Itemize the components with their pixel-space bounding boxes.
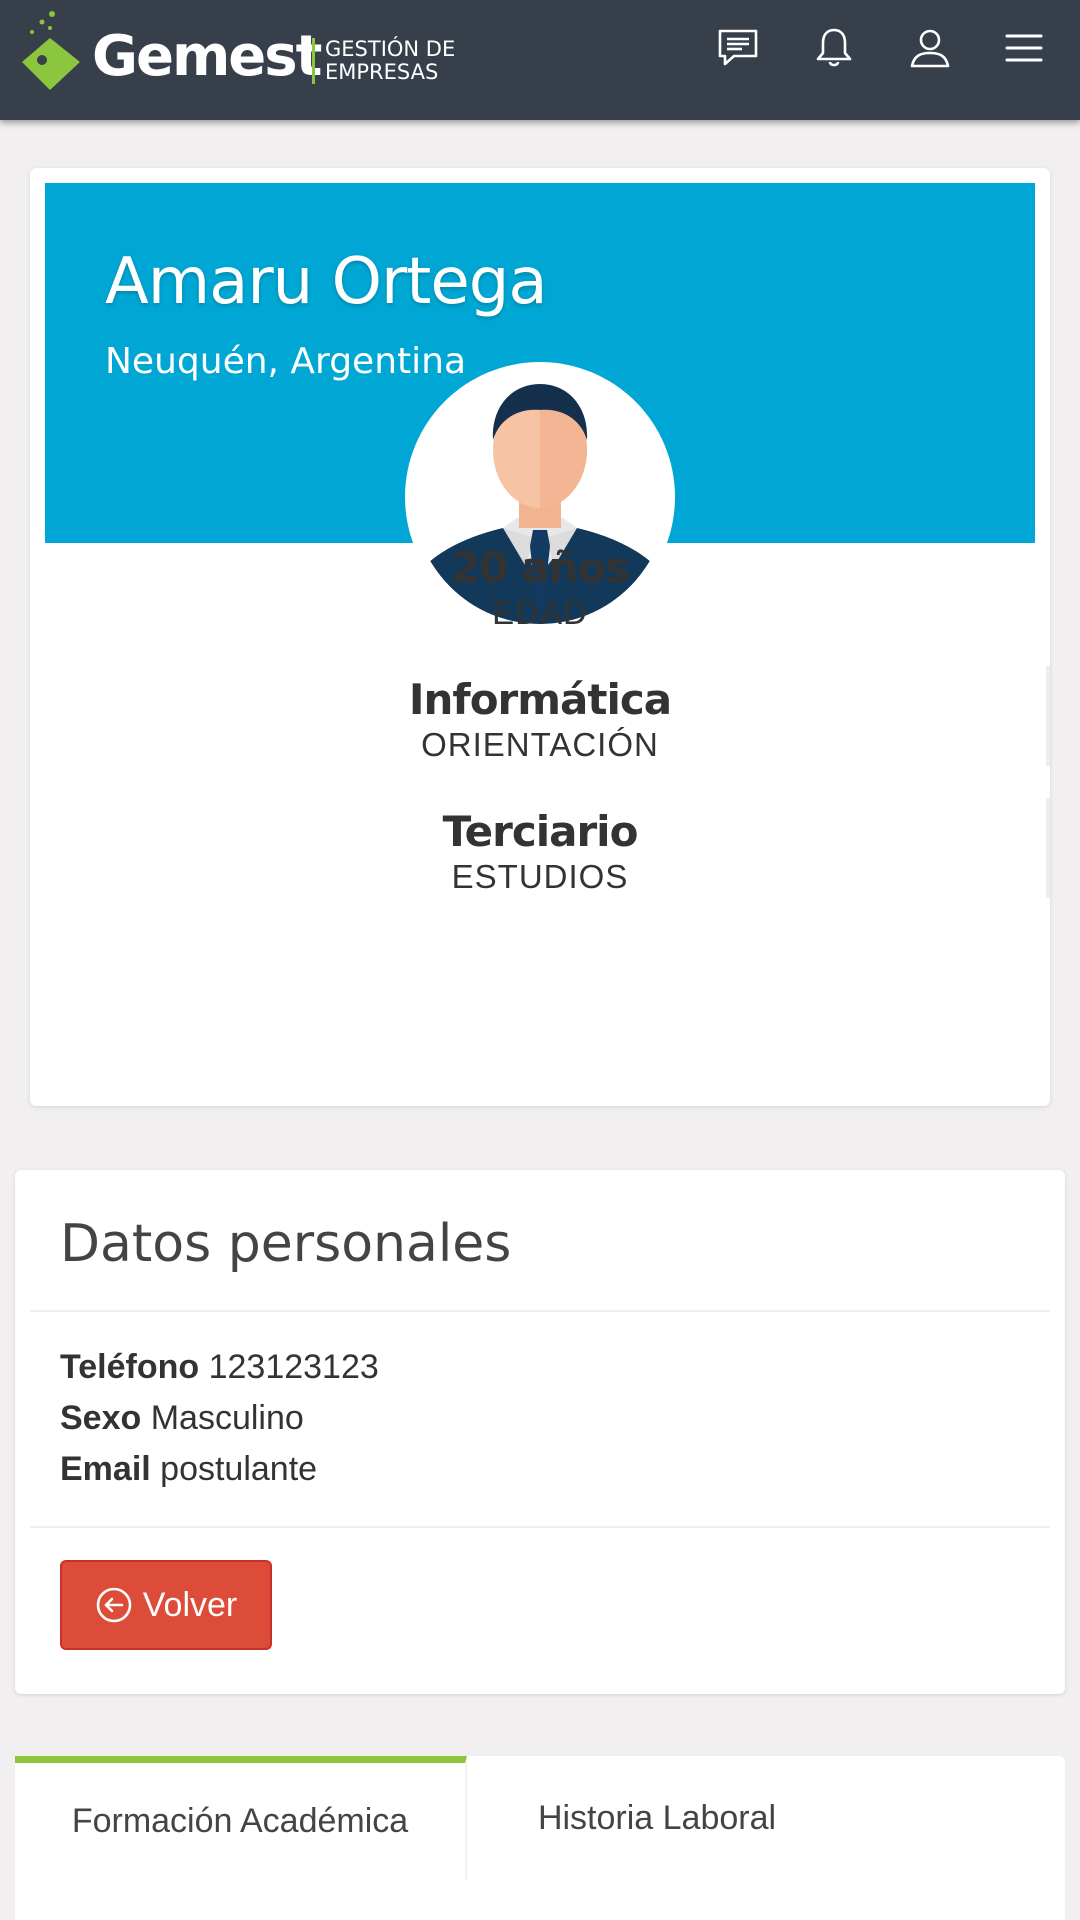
sex-value: Masculino [150, 1399, 304, 1437]
tab-label: Historia Laboral [537, 1798, 777, 1837]
stat-age-value: 20 años [450, 543, 630, 592]
profile-location: Neuquén, Argentina [105, 341, 467, 382]
stat-divider [1046, 798, 1050, 898]
phone-value: 123123123 [208, 1348, 379, 1386]
logo-diamond-icon [22, 11, 80, 90]
profile-name: Amaru Ortega [105, 245, 548, 319]
stat-orientation: Informática ORIENTACIÓN [30, 675, 1050, 765]
phone-row: Teléfono 123123123 [60, 1348, 379, 1387]
stat-orientation-value: Informática [408, 675, 672, 724]
logo-separator [312, 38, 315, 84]
bell-icon[interactable] [812, 26, 856, 70]
stat-age: 20 años EDAD [30, 543, 1050, 633]
logo-subtitle-line1: GESTIÓN DE [325, 37, 456, 61]
phone-label: Teléfono [60, 1348, 200, 1386]
section-title: Datos personales [60, 1214, 512, 1274]
section-divider [30, 1526, 1050, 1528]
stat-divider [1046, 666, 1050, 766]
logo-wordmark: Gemest [92, 24, 322, 89]
menu-icon[interactable] [1002, 26, 1046, 70]
logo-subtitle: GESTIÓN DE EMPRESAS [325, 38, 455, 84]
stat-orientation-label: ORIENTACIÓN [421, 726, 659, 763]
tabs-card: Formación Académica Historia Laboral [15, 1756, 1065, 1920]
tab-historia-laboral[interactable]: Historia Laboral [467, 1756, 847, 1880]
email-row: Email postulante [60, 1450, 317, 1489]
messages-icon[interactable] [716, 26, 760, 70]
top-navbar: Gemest GESTIÓN DE EMPRESAS [0, 0, 1080, 120]
gemest-logo[interactable]: Gemest GESTIÓN DE EMPRESAS [20, 8, 460, 108]
logo-subtitle-line2: EMPRESAS [325, 60, 439, 84]
tab-label: Formación Académica [71, 1802, 409, 1840]
email-value: postulante [160, 1450, 318, 1488]
user-icon[interactable] [908, 26, 952, 70]
personal-data-card: Datos personales Teléfono 123123123 Sexo… [15, 1170, 1065, 1694]
section-divider [30, 1310, 1050, 1312]
email-label: Email [60, 1450, 151, 1488]
back-button[interactable]: Volver [60, 1560, 272, 1650]
arrow-circle-left-icon [96, 1587, 132, 1623]
sex-row: Sexo Masculino [60, 1399, 304, 1438]
profile-card: Amaru Ortega Neuquén, Argentina 20 años … [30, 168, 1050, 1106]
sex-label: Sexo [60, 1399, 142, 1437]
tab-formacion-academica[interactable]: Formación Académica [15, 1756, 467, 1880]
back-button-label: Volver [142, 1585, 238, 1624]
stat-studies: Terciario ESTUDIOS [30, 807, 1050, 897]
stat-studies-value: Terciario [442, 807, 639, 856]
stat-studies-label: ESTUDIOS [451, 858, 629, 895]
stat-age-label: EDAD [492, 594, 588, 631]
